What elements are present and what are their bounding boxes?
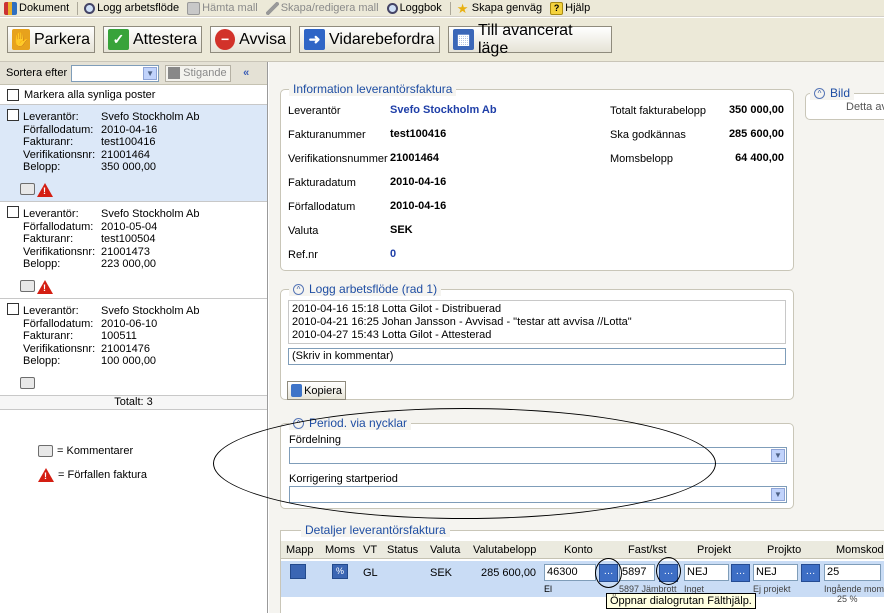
konto-input[interactable]: 46300 <box>544 564 596 581</box>
chevron-down-icon: ▼ <box>143 66 158 80</box>
menu-bar: Dokument Logg arbetsflöde Hämta mall Ska… <box>0 0 884 17</box>
menu-hamta-mall[interactable]: Hämta mall <box>187 1 258 15</box>
invoice-checkbox[interactable] <box>7 109 19 121</box>
collapse-panel-icon[interactable]: « <box>243 67 249 79</box>
menu-loggbok[interactable]: Loggbok <box>386 2 442 14</box>
collapse-icon: ^ <box>293 283 304 295</box>
projekt-input[interactable]: NEJ <box>684 564 729 581</box>
warning-icon: ! <box>37 183 53 197</box>
collapse-icon: ^ <box>814 87 825 99</box>
menu-separator <box>449 1 451 15</box>
mark-all-checkbox[interactable] <box>7 88 19 101</box>
menu-separator <box>77 1 79 15</box>
menu-dokument[interactable]: Dokument <box>4 1 69 15</box>
minus-icon: − <box>215 29 236 50</box>
tooltip: Öppnar dialogrutan Fälthjälp. <box>606 593 756 609</box>
menu-skapa-redigera-mall[interactable]: Skapa/redigera mall <box>265 1 379 15</box>
menu-skapa-genvag[interactable]: ★ Skapa genväg <box>457 2 542 15</box>
sort-bar: Sortera efter ▼ Stigande « <box>0 62 267 85</box>
invoice-total: Totalt: 3 <box>0 396 267 410</box>
details-group-title: Detaljer leverantörsfaktura <box>301 523 450 537</box>
log-group-title[interactable]: ^ Logg arbetsflöde (rad 1) <box>289 282 442 296</box>
magnifier-icon <box>386 2 398 14</box>
log-group: ^ Logg arbetsflöde (rad 1) 2010-04-16 15:… <box>280 282 794 400</box>
invoice-checkbox[interactable] <box>7 303 19 315</box>
comment-icon[interactable] <box>20 377 35 389</box>
kopiera-button[interactable]: Kopiera <box>287 381 346 400</box>
projkto-lookup-button[interactable]: … <box>801 564 820 582</box>
leverantor-value[interactable]: Svefo Stockholm Ab <box>390 104 497 116</box>
invoice-item[interactable]: Leverantör: Svefo Stockholm Ab Förfalloda… <box>0 202 267 299</box>
table-row[interactable]: % GL SEK 285 600,00 46300 … El 5897 … 58… <box>281 561 884 604</box>
pen-icon <box>265 1 279 15</box>
projkto-input[interactable]: NEJ <box>753 564 798 581</box>
folder-icon[interactable] <box>290 564 306 579</box>
invoice-item[interactable]: Leverantör: Svefo Stockholm Ab Förfalloda… <box>0 299 267 396</box>
comment-input[interactable]: (Skriv in kommentar) <box>288 348 786 365</box>
invoice-item[interactable]: Leverantör: Svefo Stockholm Ab Förfalloda… <box>0 105 267 202</box>
invoice-checkbox[interactable] <box>7 206 19 218</box>
template-icon <box>187 1 201 15</box>
avancerat-lage-button[interactable]: ▦ Till avancerat läge <box>448 22 612 57</box>
percent-icon[interactable]: % <box>332 564 348 579</box>
warning-icon: ! <box>38 468 54 482</box>
fastkst-input[interactable]: 5897 <box>619 564 655 581</box>
parkera-button[interactable]: ✋ Parkera <box>7 26 95 53</box>
grid-icon: ▦ <box>453 29 474 50</box>
sort-select[interactable]: ▼ <box>71 64 160 82</box>
help-icon: ? <box>550 1 564 15</box>
comment-icon[interactable] <box>20 280 35 292</box>
momskod-input[interactable]: 25 <box>824 564 881 581</box>
star-icon: ★ <box>456 0 469 16</box>
chevron-down-icon: ▼ <box>771 449 785 462</box>
sort-icon <box>168 67 181 79</box>
action-toolbar: ✋ Parkera ✓ Attestera − Avvisa ➜ Vidarebefor… <box>0 18 884 62</box>
arrow-right-icon: ➜ <box>304 29 325 50</box>
hand-icon: ✋ <box>12 29 30 50</box>
mark-all-row: Markera alla synliga poster <box>0 85 267 105</box>
menu-logg-arbetsflode[interactable]: Logg arbetsflöde <box>84 2 179 14</box>
app-window: { "menu":[ {"label":"Dokument","icon":"l… <box>0 0 884 613</box>
chevron-down-icon: ▼ <box>771 488 785 501</box>
legend-comments: = Kommentarer <box>38 445 238 457</box>
bild-group-title[interactable]: ^ Bild <box>810 86 855 100</box>
menu-hjalp[interactable]: ? Hjälp <box>550 1 590 15</box>
warning-icon: ! <box>37 280 53 294</box>
avvisa-button[interactable]: − Avvisa <box>210 26 291 53</box>
legend-overdue: ! = Förfallen faktura <box>38 468 238 482</box>
projekt-lookup-button[interactable]: … <box>731 564 750 582</box>
invoice-list-panel: Sortera efter ▼ Stigande « Markera alla … <box>0 62 268 613</box>
comment-icon <box>38 445 53 457</box>
vidarebefordra-button[interactable]: ➜ Vidarebefordra <box>299 26 440 53</box>
magnifier-icon <box>84 2 96 14</box>
invoice-detail-panel: Information leverantörsfaktura Leverantö… <box>213 62 884 613</box>
comment-icon[interactable] <box>20 183 35 195</box>
details-header: Mapp Moms VT Status Valuta Valutabelopp … <box>281 541 884 559</box>
annotation-oval <box>213 408 716 519</box>
details-group: Detaljer leverantörsfaktura Mapp Moms VT… <box>280 523 884 613</box>
sort-direction-button[interactable]: Stigande <box>165 64 232 82</box>
refnr-value[interactable]: 0 <box>390 248 396 260</box>
info-group-title: Information leverantörsfaktura <box>289 82 457 96</box>
info-group: Information leverantörsfaktura Leverantö… <box>280 82 794 271</box>
library-icon <box>4 1 17 15</box>
annotation-circle <box>595 558 622 588</box>
bild-group: ^ Bild Detta av <box>805 86 884 120</box>
copy-icon <box>291 384 303 397</box>
log-entries: 2010-04-16 15:18 Lotta Gilot - Distribue… <box>288 300 786 344</box>
checkmark-icon: ✓ <box>108 29 129 50</box>
attestera-button[interactable]: ✓ Attestera <box>103 26 202 53</box>
annotation-circle <box>656 557 681 585</box>
